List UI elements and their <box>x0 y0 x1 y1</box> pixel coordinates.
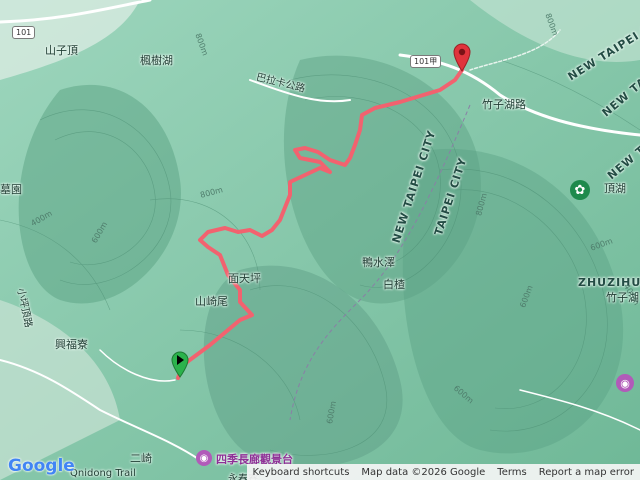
google-logo-text: Google <box>8 456 75 476</box>
camera-icon[interactable]: ◉ <box>616 374 634 392</box>
start-marker-icon[interactable] <box>170 350 190 378</box>
place-yashuize: 鴨水澤 <box>362 256 395 269</box>
end-marker-icon[interactable] <box>452 42 472 72</box>
map-footer: Keyboard shortcuts Map data ©2026 Google… <box>246 464 640 480</box>
place-shanqiwei: 山崎尾 <box>195 295 228 308</box>
place-garden-fragment: 墓園 <box>0 183 22 196</box>
place-shanzi-ding: 山子頂 <box>45 44 78 57</box>
scenic-camera-icon[interactable]: ◉ <box>196 450 212 466</box>
road-zhuzihu: 竹子湖路 <box>482 98 526 111</box>
trail-fragment: Qnidong Trail <box>70 468 136 479</box>
terms-link[interactable]: Terms <box>491 467 532 478</box>
route-101-shield: 101 <box>12 26 36 39</box>
map-canvas[interactable]: 101 101甲 山子頂 楓樹湖 巴拉卡公路 竹子湖路 頂湖 NEW TAIPE… <box>0 0 640 480</box>
place-baiqun: 白楂 <box>383 278 405 291</box>
google-logo: Google <box>8 456 75 476</box>
place-xingfuliao: 興福寮 <box>55 338 88 351</box>
place-dinghu: 頂湖 <box>604 182 626 195</box>
map-data-text: Map data ©2026 Google <box>361 466 486 478</box>
place-fengshu-hu: 楓樹湖 <box>140 54 173 67</box>
keyboard-shortcuts-link[interactable]: Keyboard shortcuts <box>247 467 356 478</box>
place-erqi: 二崎 <box>130 452 152 465</box>
place-miantianping: 面天坪 <box>228 272 261 285</box>
park-icon[interactable]: ✿ <box>570 180 590 200</box>
report-error-link[interactable]: Report a map error <box>533 467 640 478</box>
route-101a-shield: 101甲 <box>410 55 442 68</box>
